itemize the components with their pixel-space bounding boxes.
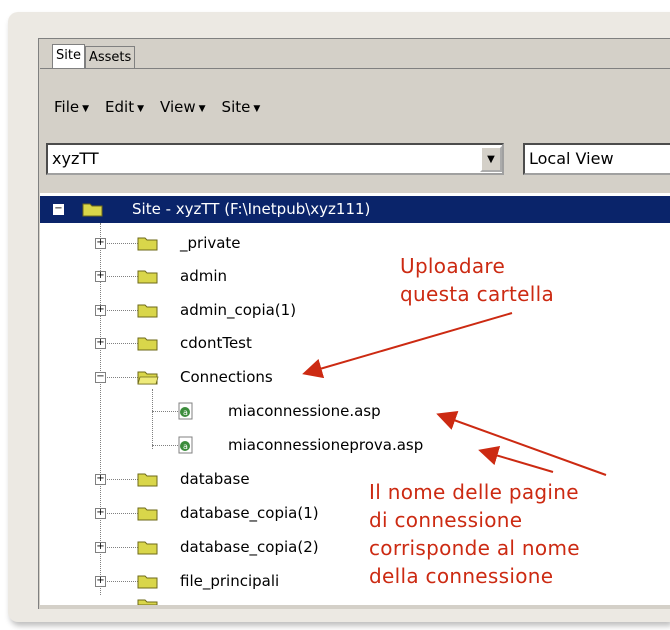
folder-icon [137, 270, 158, 284]
tree-file-label: miaconnessioneprova.asp [228, 436, 424, 454]
folder-icon [137, 541, 158, 555]
view-select[interactable]: Local View [523, 143, 670, 175]
folder-open-icon [137, 371, 159, 385]
tree-item[interactable]: + file_principali [40, 568, 370, 594]
menu-view-label: View [160, 98, 196, 116]
svg-text:a: a [183, 408, 188, 417]
tree-item-label: admin_copia(1) [180, 301, 297, 319]
tree-item[interactable]: + _private [40, 230, 440, 256]
folder-icon [137, 473, 158, 487]
tree-item-label: database [180, 470, 250, 488]
collapse-icon[interactable]: − [95, 372, 106, 383]
tree-item-label: cdontTest [180, 334, 252, 352]
tree-file[interactable]: a miaconnessione.asp [40, 398, 460, 424]
expand-icon[interactable]: + [95, 271, 106, 282]
expand-icon[interactable]: + [95, 576, 106, 587]
tab-assets[interactable]: Assets [84, 46, 136, 68]
tree-item[interactable]: + database [40, 466, 370, 492]
expand-icon[interactable]: + [95, 238, 106, 249]
chevron-down-icon: ▼ [487, 153, 495, 165]
upload-annotation: Uploadare questa cartella [400, 254, 555, 306]
chevron-down-icon: ▼ [253, 104, 261, 114]
tab-site[interactable]: Site [52, 44, 85, 68]
asp-file-icon: a [178, 436, 193, 454]
site-select-dropdown-button[interactable]: ▼ [480, 146, 502, 172]
asp-file-icon: a [178, 402, 193, 420]
folder-icon [137, 237, 158, 251]
tree-line [100, 310, 140, 311]
tree-line [100, 343, 140, 344]
tree-line [100, 581, 140, 582]
menu-file-label: File [54, 98, 80, 116]
tree-item[interactable]: + database_copia(1) [40, 500, 370, 526]
menu-view[interactable]: View ▼ [160, 98, 206, 116]
tree-line [152, 445, 178, 446]
tree-item-label: file_principali [180, 572, 280, 590]
pages-annotation: Il nome delle pagine di connessione corr… [369, 480, 580, 588]
tree-item-label: _private [180, 234, 241, 252]
svg-text:a: a [183, 442, 188, 451]
chevron-down-icon: ▼ [198, 104, 206, 114]
expand-icon[interactable]: + [95, 508, 106, 519]
tree-root-row[interactable]: − Site - xyzTT (F:\Inetpub\xyz111) [40, 196, 670, 223]
expand-icon[interactable]: + [95, 542, 106, 553]
tree-line [100, 377, 140, 378]
tab-divider [40, 68, 670, 69]
folder-icon [137, 599, 158, 605]
tree-item-label: database_copia(2) [180, 538, 319, 556]
menu-site-label: Site [221, 98, 251, 116]
tree-item[interactable]: + admin_copia(1) [40, 297, 440, 323]
menu-bar: File ▼ Edit ▼ View ▼ Site ▼ [54, 98, 260, 116]
panel-tabs: Site Assets [52, 44, 136, 68]
tree-root-label: Site - xyzTT (F:\Inetpub\xyz111) [132, 200, 371, 218]
expand-icon[interactable]: + [95, 305, 106, 316]
tree-line [152, 411, 178, 412]
tree-file[interactable]: a miaconnessioneprova.asp [40, 432, 480, 458]
folder-icon [137, 575, 158, 589]
menu-edit-label: Edit [105, 98, 135, 116]
chevron-down-icon: ▼ [137, 104, 145, 114]
tree-line [100, 479, 140, 480]
expand-icon[interactable]: + [95, 474, 106, 485]
expand-icon[interactable]: + [95, 338, 106, 349]
collapse-icon[interactable]: − [53, 204, 64, 215]
chevron-down-icon: ▼ [82, 104, 90, 114]
tree-line [100, 513, 140, 514]
folder-open-icon [82, 203, 103, 217]
folder-icon [137, 337, 158, 351]
tree-file-label: miaconnessione.asp [228, 402, 381, 420]
tree-item[interactable]: + admin [40, 263, 440, 289]
tree-item-label: Connections [180, 368, 273, 386]
tree-line [100, 276, 140, 277]
menu-file[interactable]: File ▼ [54, 98, 89, 116]
tree-line [100, 243, 140, 244]
tree-line [100, 547, 140, 548]
site-select[interactable]: xyzTT [46, 143, 504, 175]
menu-edit[interactable]: Edit ▼ [105, 98, 144, 116]
tree-item-connections[interactable]: − Connections [40, 364, 440, 390]
tree-item-label: database_copia(1) [180, 504, 319, 522]
tree-item[interactable]: + database_copia(2) [40, 534, 370, 560]
tree-item-label: admin [180, 267, 227, 285]
folder-icon [137, 304, 158, 318]
menu-site[interactable]: Site ▼ [222, 98, 261, 116]
tree-item[interactable]: + cdontTest [40, 330, 440, 356]
folder-icon [137, 507, 158, 521]
